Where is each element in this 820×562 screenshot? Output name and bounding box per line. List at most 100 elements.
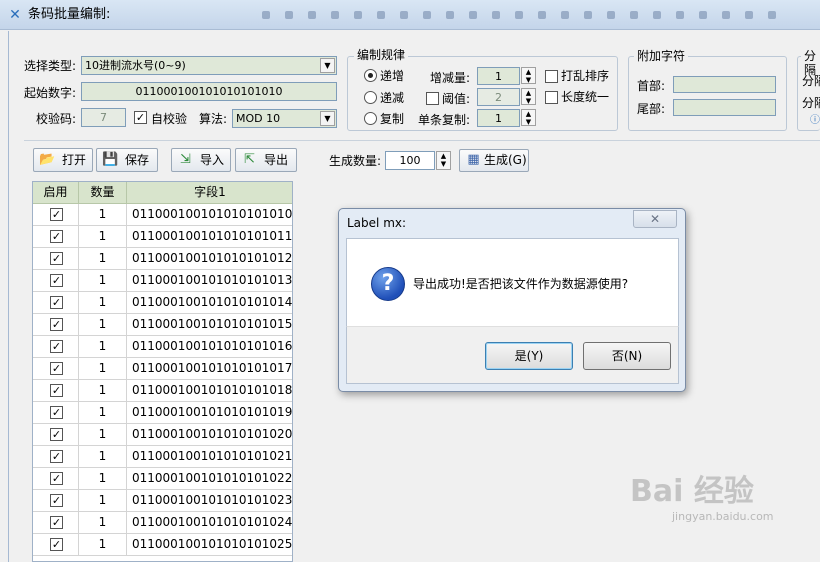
quantity-cell[interactable]: 1 [79, 292, 127, 314]
threshold-input[interactable]: 2 [477, 88, 520, 106]
field1-cell[interactable]: 0110001001010101010190 [127, 402, 292, 424]
enabled-checkbox[interactable]: ✓ [50, 230, 63, 243]
enabled-cell[interactable]: ✓ [33, 314, 79, 336]
quantity-cell[interactable]: 1 [79, 314, 127, 336]
quantity-cell[interactable]: 1 [79, 248, 127, 270]
enabled-checkbox[interactable]: ✓ [50, 318, 63, 331]
table-row[interactable]: ✓ 1 0110001001010101010251 [33, 534, 292, 556]
quantity-cell[interactable]: 1 [79, 204, 127, 226]
field1-cell[interactable]: 0110001001010101010138 [127, 270, 292, 292]
import-button[interactable]: ⇲ 导入 [171, 148, 231, 172]
field1-cell[interactable]: 0110001001010101010237 [127, 490, 292, 512]
chevron-down-icon[interactable]: ▼ [320, 58, 335, 73]
enabled-checkbox[interactable]: ✓ [50, 406, 63, 419]
table-row[interactable]: ✓ 1 0110001001010101010145 [33, 292, 292, 314]
enabled-cell[interactable]: ✓ [33, 534, 79, 556]
enabled-checkbox[interactable]: ✓ [50, 296, 63, 309]
quantity-cell[interactable]: 1 [79, 512, 127, 534]
field1-cell[interactable]: 0110001001010101010121 [127, 248, 292, 270]
table-row[interactable]: ✓ 1 0110001001010101010206 [33, 424, 292, 446]
generate-button[interactable]: ▦ 生成(G) [459, 149, 529, 172]
table-row[interactable]: ✓ 1 0110001001010101010190 [33, 402, 292, 424]
enabled-checkbox[interactable]: ✓ [50, 494, 63, 507]
enabled-cell[interactable]: ✓ [33, 358, 79, 380]
table-row[interactable]: ✓ 1 0110001001010101010237 [33, 490, 292, 512]
enabled-cell[interactable]: ✓ [33, 226, 79, 248]
yes-button[interactable]: 是(Y) [485, 342, 573, 370]
data-grid[interactable]: 启用 数量 字段1 ✓ 1 0110001001010101010107 ✓ 1 0110… [32, 181, 293, 562]
export-button[interactable]: ⇱ 导出 [235, 148, 297, 172]
chevron-down-icon[interactable]: ▼ [320, 111, 335, 126]
enabled-cell[interactable]: ✓ [33, 248, 79, 270]
table-row[interactable]: ✓ 1 0110001001010101010138 [33, 270, 292, 292]
enabled-checkbox[interactable]: ✓ [50, 472, 63, 485]
decrease-radio[interactable] [364, 91, 377, 104]
field1-cell[interactable]: 0110001001010101010244 [127, 512, 292, 534]
count-input[interactable]: 100 [385, 151, 435, 170]
algorithm-select[interactable]: MOD 10 ▼ [232, 109, 337, 128]
table-row[interactable]: ✓ 1 0110001001010101010121 [33, 248, 292, 270]
quantity-cell[interactable]: 1 [79, 358, 127, 380]
enabled-cell[interactable]: ✓ [33, 270, 79, 292]
enabled-checkbox[interactable]: ✓ [50, 384, 63, 397]
quantity-cell[interactable]: 1 [79, 424, 127, 446]
self-check-checkbox[interactable]: ✓ [134, 111, 147, 124]
enabled-checkbox[interactable]: ✓ [50, 538, 63, 551]
enabled-cell[interactable]: ✓ [33, 380, 79, 402]
quantity-cell[interactable]: 1 [79, 402, 127, 424]
check-code-input[interactable]: 7 [81, 108, 126, 127]
copy-radio[interactable] [364, 112, 377, 125]
col-header-field1[interactable]: 字段1 [127, 182, 292, 204]
type-select[interactable]: 10进制流水号(0~9) ▼ [81, 56, 337, 75]
quantity-cell[interactable]: 1 [79, 380, 127, 402]
field1-cell[interactable]: 0110001001010101010206 [127, 424, 292, 446]
table-row[interactable]: ✓ 1 0110001001010101010169 [33, 336, 292, 358]
field1-cell[interactable]: 0110001001010101010220 [127, 468, 292, 490]
open-button[interactable]: 📂 打开 [33, 148, 93, 172]
table-row[interactable]: ✓ 1 0110001001010101010152 [33, 314, 292, 336]
field1-cell[interactable]: 0110001001010101010169 [127, 336, 292, 358]
col-header-enabled[interactable]: 启用 [33, 182, 79, 204]
enabled-cell[interactable]: ✓ [33, 468, 79, 490]
table-row[interactable]: ✓ 1 0110001001010101010176 [33, 358, 292, 380]
quantity-cell[interactable]: 1 [79, 534, 127, 556]
field1-cell[interactable]: 0110001001010101010183 [127, 380, 292, 402]
enabled-checkbox[interactable]: ✓ [50, 340, 63, 353]
enabled-cell[interactable]: ✓ [33, 204, 79, 226]
head-input[interactable] [673, 76, 776, 93]
info-icon[interactable]: ⓘ [810, 115, 820, 127]
count-spinner[interactable]: ▲ ▼ [436, 151, 451, 170]
enabled-cell[interactable]: ✓ [33, 446, 79, 468]
step-input[interactable]: 1 [477, 67, 520, 85]
increase-radio[interactable] [364, 69, 377, 82]
threshold-checkbox[interactable] [426, 92, 439, 105]
start-number-input[interactable]: 011000100101010101010 [81, 82, 337, 101]
enabled-checkbox[interactable]: ✓ [50, 252, 63, 265]
threshold-spinner[interactable]: ▲ ▼ [521, 88, 536, 105]
quantity-cell[interactable]: 1 [79, 468, 127, 490]
uniform-length-checkbox[interactable] [545, 91, 558, 104]
field1-cell[interactable]: 0110001001010101010213 [127, 446, 292, 468]
enabled-cell[interactable]: ✓ [33, 424, 79, 446]
enabled-checkbox[interactable]: ✓ [50, 428, 63, 441]
quantity-cell[interactable]: 1 [79, 226, 127, 248]
enabled-cell[interactable]: ✓ [33, 292, 79, 314]
field1-cell[interactable]: 0110001001010101010107 [127, 204, 292, 226]
table-row[interactable]: ✓ 1 0110001001010101010213 [33, 446, 292, 468]
field1-cell[interactable]: 0110001001010101010176 [127, 358, 292, 380]
enabled-cell[interactable]: ✓ [33, 336, 79, 358]
enabled-checkbox[interactable]: ✓ [50, 208, 63, 221]
field1-cell[interactable]: 0110001001010101010251 [127, 534, 292, 556]
enabled-checkbox[interactable]: ✓ [50, 362, 63, 375]
table-row[interactable]: ✓ 1 0110001001010101010183 [33, 380, 292, 402]
quantity-cell[interactable]: 1 [79, 490, 127, 512]
step-spinner[interactable]: ▲ ▼ [521, 67, 536, 84]
table-row[interactable]: ✓ 1 0110001001010101010244 [33, 512, 292, 534]
close-icon[interactable]: ✕ [650, 212, 660, 226]
shuffle-checkbox[interactable] [545, 70, 558, 83]
table-row[interactable]: ✓ 1 0110001001010101010114 [33, 226, 292, 248]
col-header-quantity[interactable]: 数量 [79, 182, 127, 204]
enabled-checkbox[interactable]: ✓ [50, 450, 63, 463]
enabled-cell[interactable]: ✓ [33, 512, 79, 534]
quantity-cell[interactable]: 1 [79, 336, 127, 358]
